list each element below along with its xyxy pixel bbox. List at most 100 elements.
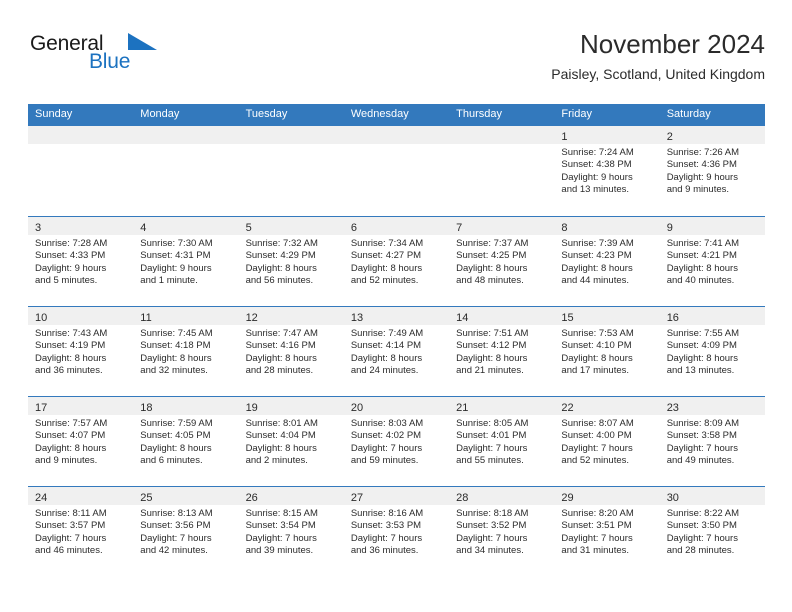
- daylight-text-line1: Daylight: 8 hours: [350, 352, 423, 364]
- day-number-band: 20: [343, 397, 450, 415]
- day-number-band: 18: [133, 397, 239, 415]
- day-sun-info: Sunrise: 7:55 AM Sunset: 4:09 PM Daylight:…: [660, 325, 765, 378]
- daylight-text-line2: and 34 minutes.: [456, 545, 524, 557]
- day-sun-info: Sunrise: 8:20 AM Sunset: 3:51 PM Daylight:…: [554, 505, 659, 558]
- calendar-day-cell[interactable]: 10 Sunrise: 7:43 AM Sunset: 4:19 PM Dayligh…: [28, 307, 134, 396]
- calendar-week-row: 24 Sunrise: 8:11 AM Sunset: 3:57 PM Dayligh…: [28, 486, 765, 576]
- day-sun-info: Sunrise: 7:53 AM Sunset: 4:10 PM Daylight:…: [554, 325, 659, 378]
- day-sun-info: Sunrise: 7:59 AM Sunset: 4:05 PM Daylight:…: [133, 415, 238, 468]
- calendar-day-cell[interactable]: 8 Sunrise: 7:39 AM Sunset: 4:23 PM Daylight…: [554, 217, 660, 306]
- daylight-text-line1: Daylight: 8 hours: [666, 262, 738, 274]
- calendar-day-cell[interactable]: 16 Sunrise: 7:55 AM Sunset: 4:09 PM Dayligh…: [659, 307, 765, 396]
- day-number: 27: [350, 492, 364, 504]
- calendar-day-cell[interactable]: 12 Sunrise: 7:47 AM Sunset: 4:16 PM Dayligh…: [238, 307, 344, 396]
- page-header: General Blue November 2024 Paisley, Scot…: [28, 28, 765, 100]
- day-number-band: 11: [133, 307, 239, 325]
- daylight-text-line2: and 36 minutes.: [350, 545, 419, 557]
- daylight-text-line2: and 31 minutes.: [561, 545, 630, 557]
- daylight-text-line2: and 46 minutes.: [35, 545, 103, 557]
- day-sun-info: Sunrise: 7:49 AM Sunset: 4:14 PM Daylight:…: [344, 325, 449, 378]
- calendar-day-cell[interactable]: 24 Sunrise: 8:11 AM Sunset: 3:57 PM Dayligh…: [28, 487, 134, 576]
- daylight-text-line1: Daylight: 8 hours: [245, 352, 317, 364]
- daylight-text-line1: Daylight: 8 hours: [245, 262, 317, 274]
- calendar-day-cell[interactable]: 1 Sunrise: 7:24 AM Sunset: 4:38 PM Daylight…: [554, 126, 660, 216]
- day-number: 23: [666, 402, 679, 414]
- weekday-header-saturday: Saturday: [666, 108, 711, 120]
- sunrise-text: Sunrise: 7:59 AM: [140, 418, 213, 429]
- day-number: 17: [35, 402, 48, 414]
- calendar-day-cell[interactable]: 26 Sunrise: 8:15 AM Sunset: 3:54 PM Dayligh…: [238, 487, 344, 576]
- day-sun-info: Sunrise: 7:24 AM Sunset: 4:38 PM Daylight:…: [554, 144, 659, 197]
- calendar-day-cell[interactable]: 27 Sunrise: 8:16 AM Sunset: 3:53 PM Dayligh…: [343, 487, 450, 576]
- calendar-day-cell[interactable]: 30 Sunrise: 8:22 AM Sunset: 3:50 PM Dayligh…: [659, 487, 765, 576]
- sunset-text: Sunset: 4:02 PM: [350, 430, 422, 442]
- sunrise-text: Sunrise: 7:55 AM: [666, 328, 740, 339]
- calendar-day-cell[interactable]: 15 Sunrise: 7:53 AM Sunset: 4:10 PM Dayligh…: [554, 307, 660, 396]
- calendar-day-cell[interactable]: 22 Sunrise: 8:07 AM Sunset: 4:00 PM Dayligh…: [554, 397, 660, 486]
- calendar-week-row: 10 Sunrise: 7:43 AM Sunset: 4:19 PM Dayligh…: [28, 306, 765, 396]
- calendar-day-cell[interactable]: 2 Sunrise: 7:26 AM Sunset: 4:36 PM Daylight…: [659, 126, 765, 216]
- title-block: November 2024 Paisley, Scotland, United …: [551, 28, 765, 83]
- calendar-day-cell[interactable]: 25 Sunrise: 8:13 AM Sunset: 3:56 PM Dayligh…: [133, 487, 239, 576]
- sunset-text: Sunset: 3:52 PM: [456, 520, 527, 532]
- day-number-band: 22: [554, 397, 660, 415]
- calendar-day-cell[interactable]: 18 Sunrise: 7:59 AM Sunset: 4:05 PM Dayligh…: [133, 397, 239, 486]
- sunset-text: Sunset: 4:12 PM: [456, 340, 527, 352]
- brand-logo[interactable]: General Blue: [28, 32, 258, 90]
- daylight-text-line1: Daylight: 8 hours: [245, 442, 317, 454]
- daylight-text-line2: and 9 minutes.: [35, 455, 98, 467]
- sunrise-text: Sunrise: 8:18 AM: [456, 508, 529, 519]
- day-number-band: 27: [343, 487, 450, 505]
- sunrise-text: Sunrise: 7:24 AM: [561, 147, 634, 158]
- day-sun-info: Sunrise: 8:22 AM Sunset: 3:50 PM Daylight:…: [660, 505, 765, 558]
- day-number: 21: [456, 402, 469, 414]
- calendar-day-cell[interactable]: 3 Sunrise: 7:28 AM Sunset: 4:33 PM Daylight…: [28, 217, 134, 306]
- calendar-day-cell[interactable]: 11 Sunrise: 7:45 AM Sunset: 4:18 PM Dayligh…: [133, 307, 239, 396]
- daylight-text-line1: Daylight: 7 hours: [666, 442, 738, 454]
- calendar-day-cell[interactable]: 14 Sunrise: 7:51 AM Sunset: 4:12 PM Dayligh…: [449, 307, 555, 396]
- calendar-day-cell[interactable]: 9 Sunrise: 7:41 AM Sunset: 4:21 PM Daylight…: [659, 217, 765, 306]
- sunrise-text: Sunrise: 7:45 AM: [140, 328, 213, 339]
- calendar-day-cell[interactable]: 6 Sunrise: 7:34 AM Sunset: 4:27 PM Daylight…: [343, 217, 450, 306]
- calendar-day-cell[interactable]: 21 Sunrise: 8:05 AM Sunset: 4:01 PM Dayligh…: [449, 397, 555, 486]
- daylight-text-line1: Daylight: 7 hours: [140, 532, 212, 544]
- day-number: 29: [561, 492, 574, 504]
- day-sun-info: Sunrise: 7:28 AM Sunset: 4:33 PM Daylight:…: [28, 235, 133, 288]
- calendar-day-cell[interactable]: 4 Sunrise: 7:30 AM Sunset: 4:31 PM Daylight…: [133, 217, 239, 306]
- sunset-text: Sunset: 4:27 PM: [350, 250, 422, 262]
- day-number: 9: [666, 222, 673, 234]
- calendar-day-cell[interactable]: 13 Sunrise: 7:49 AM Sunset: 4:14 PM Dayligh…: [343, 307, 450, 396]
- calendar-day-cell[interactable]: 5 Sunrise: 7:32 AM Sunset: 4:29 PM Daylight…: [238, 217, 344, 306]
- calendar-day-cell[interactable]: 17 Sunrise: 7:57 AM Sunset: 4:07 PM Dayligh…: [28, 397, 134, 486]
- daylight-text-line2: and 24 minutes.: [350, 365, 419, 377]
- day-number-band: [133, 126, 239, 144]
- day-number-band: 10: [28, 307, 134, 325]
- calendar-day-cell[interactable]: 23 Sunrise: 8:09 AM Sunset: 3:58 PM Dayligh…: [659, 397, 765, 486]
- daylight-text-line1: Daylight: 7 hours: [561, 532, 633, 544]
- calendar-day-cell[interactable]: 7 Sunrise: 7:37 AM Sunset: 4:25 PM Daylight…: [449, 217, 555, 306]
- daylight-text-line2: and 55 minutes.: [456, 455, 524, 467]
- sunrise-text: Sunrise: 8:22 AM: [666, 508, 740, 519]
- calendar-week-row: 1 Sunrise: 7:24 AM Sunset: 4:38 PM Daylight…: [28, 126, 765, 216]
- daylight-text-line2: and 2 minutes.: [245, 455, 308, 467]
- sunset-text: Sunset: 4:18 PM: [140, 340, 211, 352]
- calendar-grid: Sunday Monday Tuesday Wednesday Thursday…: [28, 104, 765, 576]
- sunset-text: Sunset: 4:09 PM: [666, 340, 737, 352]
- daylight-text-line2: and 28 minutes.: [245, 365, 314, 377]
- calendar-day-cell[interactable]: 19 Sunrise: 8:01 AM Sunset: 4:04 PM Dayligh…: [238, 397, 344, 486]
- day-number-band: 7: [449, 217, 555, 235]
- calendar-day-cell[interactable]: 20 Sunrise: 8:03 AM Sunset: 4:02 PM Dayligh…: [343, 397, 450, 486]
- sunrise-text: Sunrise: 8:11 AM: [35, 508, 107, 519]
- weekday-header-friday: Friday: [561, 108, 592, 120]
- daylight-text-line1: Daylight: 7 hours: [561, 442, 633, 454]
- day-number-band: [238, 126, 344, 144]
- sunset-text: Sunset: 3:57 PM: [35, 520, 106, 532]
- calendar-day-cell[interactable]: 29 Sunrise: 8:20 AM Sunset: 3:51 PM Dayligh…: [554, 487, 660, 576]
- daylight-text-line2: and 5 minutes.: [35, 275, 98, 287]
- day-number: 22: [561, 402, 574, 414]
- sunset-text: Sunset: 4:05 PM: [140, 430, 211, 442]
- calendar-day-cell[interactable]: 28 Sunrise: 8:18 AM Sunset: 3:52 PM Dayligh…: [449, 487, 555, 576]
- day-number-band: 16: [659, 307, 765, 325]
- sunrise-text: Sunrise: 7:57 AM: [35, 418, 108, 429]
- day-number: 15: [561, 312, 574, 324]
